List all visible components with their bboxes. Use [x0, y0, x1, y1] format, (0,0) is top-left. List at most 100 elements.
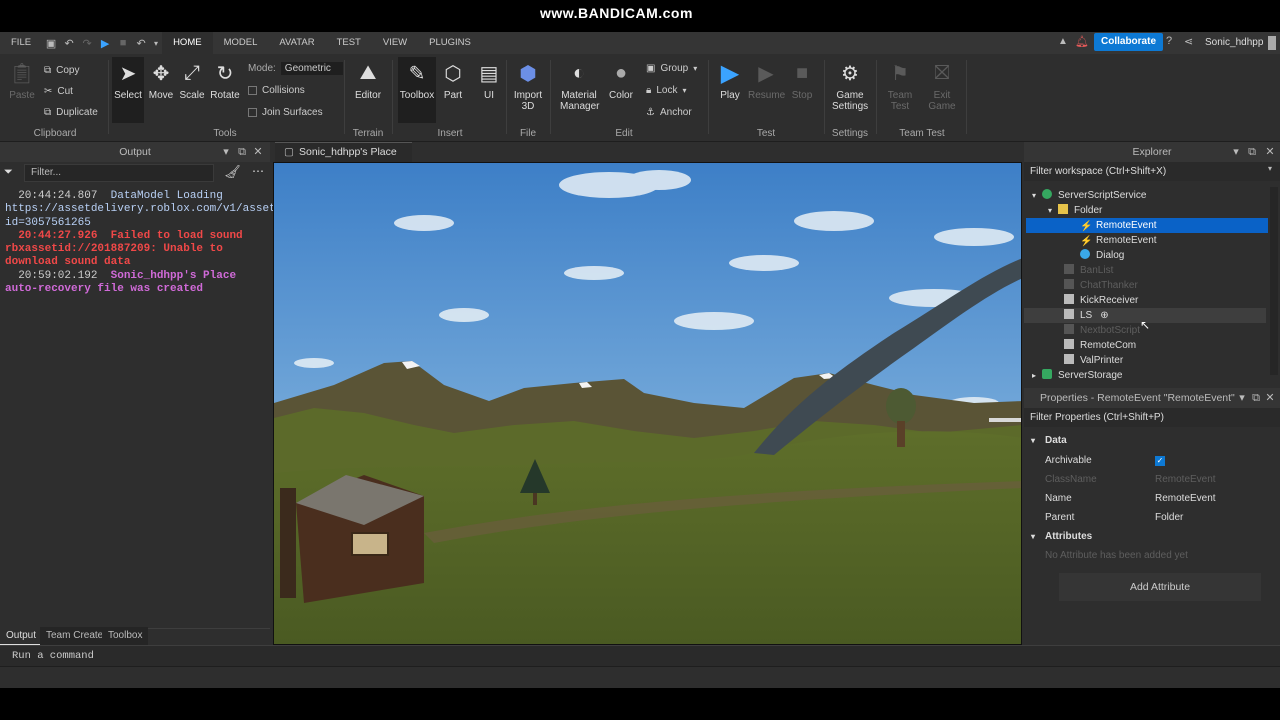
explorer-filter-input[interactable]: Filter workspace (Ctrl+Shift+X) — [1024, 162, 1280, 181]
collapse-ribbon-icon[interactable]: ▲ — [1058, 36, 1068, 47]
tab-toolbox[interactable]: Toolbox — [102, 627, 149, 645]
filter-icon[interactable]: ⏷ — [4, 166, 16, 180]
color-button[interactable]: ● Color — [605, 60, 637, 102]
collapsed-arrow-icon[interactable]: ▸ — [1032, 371, 1036, 380]
duplicate-button[interactable]: ⧉ Duplicate — [44, 107, 98, 118]
data-section-header[interactable]: ▾ Data — [1024, 431, 1274, 450]
clear-output-icon[interactable]: 🧹︎ — [224, 164, 241, 180]
explorer-scrollbar[interactable] — [1270, 187, 1278, 375]
toolbox-button[interactable]: ✎ Toolbox — [398, 57, 436, 123]
tree-item-valprinter[interactable]: ValPrinter — [1024, 353, 1266, 368]
close-icon[interactable]: ✕ — [252, 142, 264, 162]
quick-access-dropdown-icon[interactable]: ▾ — [150, 32, 162, 54]
add-attribute-button[interactable]: Add Attribute — [1059, 573, 1261, 601]
tab-avatar[interactable]: AVATAR — [268, 32, 325, 54]
collisions-checkbox[interactable] — [248, 86, 257, 95]
place-tab[interactable]: ▢ Sonic_hdhpp's Place ✕ — [275, 142, 412, 177]
expanded-arrow-icon[interactable]: ▾ — [1031, 527, 1035, 546]
3d-viewport[interactable] — [273, 162, 1022, 645]
tree-item-chatthanker[interactable]: ChatThanker — [1024, 278, 1266, 293]
close-icon[interactable]: ✕ — [1264, 142, 1276, 162]
insert-object-icon[interactable]: ⊕ — [1100, 310, 1108, 321]
join-surfaces-toggle[interactable]: Join Surfaces — [248, 107, 323, 118]
mode-dropdown[interactable]: Geometric — [280, 62, 343, 75]
properties-filter-input[interactable]: Filter Properties (Ctrl+Shift+P) — [1024, 408, 1280, 427]
tree-item-serverscriptservice[interactable]: ▾ ServerScriptService — [1024, 188, 1266, 203]
stop-button[interactable]: ■ Stop — [786, 60, 818, 102]
mode-selector[interactable]: Mode: Geometric — [248, 62, 343, 75]
command-bar[interactable]: Run a command — [0, 645, 1280, 667]
part-cube-icon: ⬡ — [444, 62, 462, 85]
scale-tool-button[interactable]: ⤢ Scale — [176, 60, 208, 102]
tree-item-remotecom[interactable]: RemoteCom — [1024, 338, 1266, 353]
command-input[interactable]: Run a command — [12, 650, 94, 662]
tab-plugins[interactable]: PLUGINS — [418, 32, 482, 54]
tree-item-remoteevent-selected[interactable]: ⚡ RemoteEvent — [1026, 218, 1268, 233]
filter-dropdown-icon[interactable]: ▾ — [1268, 164, 1272, 173]
username[interactable]: Sonic_hdhpp — [1205, 32, 1263, 54]
rotate-tool-button[interactable]: ↻ Rotate — [209, 60, 241, 102]
part-button[interactable]: ⬡ Part — [437, 60, 469, 102]
move-tool-button[interactable]: ✥ Move — [145, 60, 177, 102]
ui-button[interactable]: ▤ UI — [473, 60, 505, 102]
resume-button[interactable]: ▶︎ Resume — [748, 60, 785, 102]
attributes-section-header[interactable]: ▾ Attributes — [1024, 527, 1274, 546]
expanded-arrow-icon[interactable]: ▾ — [1032, 191, 1036, 200]
tree-item-dialog[interactable]: Dialog — [1024, 248, 1266, 263]
panel-menu-icon[interactable]: ▾ — [220, 142, 232, 162]
output-filter-input[interactable]: Filter... — [24, 164, 214, 182]
prop-archivable[interactable]: Archivable ✓ — [1024, 451, 1274, 470]
tab-test[interactable]: TEST — [326, 32, 372, 54]
tree-item-kickreceiver[interactable]: KickReceiver — [1024, 293, 1266, 308]
anchor-button[interactable]: ⚓︎ Anchor — [646, 107, 692, 118]
undo-icon[interactable]: ↶ — [60, 32, 78, 54]
material-manager-button[interactable]: ◐ Material Manager — [560, 60, 599, 113]
tree-item-serverstorage[interactable]: ▸ ServerStorage — [1024, 368, 1266, 381]
exit-game-button[interactable]: ⛝ Exit Game — [926, 60, 958, 113]
tab-view[interactable]: VIEW — [372, 32, 418, 54]
tab-team-create[interactable]: Team Create — [40, 627, 110, 645]
cut-button[interactable]: ✂ Cut — [44, 86, 73, 97]
lock-button[interactable]: 🔒︎ Lock ▾ — [646, 85, 686, 96]
undock-icon[interactable]: ⧉ — [1246, 142, 1258, 162]
notifications-icon[interactable]: 🔔︎ — [1075, 35, 1089, 48]
expanded-arrow-icon[interactable]: ▾ — [1048, 206, 1052, 215]
terrain-editor-button[interactable]: ⛰ Editor — [352, 60, 384, 102]
join-surfaces-checkbox[interactable] — [248, 108, 257, 117]
tree-item-folder[interactable]: ▾ Folder — [1024, 203, 1266, 218]
tab-home[interactable]: HOME — [162, 32, 213, 54]
close-icon[interactable]: ✕ — [1264, 388, 1276, 408]
team-test-button[interactable]: ⚑ Team Test — [884, 60, 916, 113]
play-quick-icon[interactable]: ▶ — [96, 32, 114, 54]
stop-quick-icon[interactable]: ■ — [114, 32, 132, 54]
undo-history-icon[interactable]: ↶ — [132, 32, 150, 54]
game-settings-button[interactable]: ⚙ Game Settings — [832, 60, 868, 113]
play-button[interactable]: ▶ Play — [714, 60, 746, 102]
save-icon[interactable]: ▣ — [42, 32, 60, 54]
tab-output[interactable]: Output — [0, 627, 43, 645]
collisions-toggle[interactable]: Collisions — [248, 85, 305, 96]
redo-icon[interactable]: ↷ — [78, 32, 96, 54]
status-bar — [0, 667, 1280, 688]
import-3d-button[interactable]: ⬢ Import 3D — [512, 60, 544, 113]
undock-icon[interactable]: ⧉ — [236, 142, 248, 162]
paste-button[interactable]: 📋︎ Paste — [6, 60, 38, 102]
file-menu[interactable]: FILE — [0, 32, 42, 54]
panel-menu-icon[interactable]: ▾ — [1236, 388, 1248, 408]
share-icon[interactable]: ⋖ — [1184, 35, 1193, 48]
copy-button[interactable]: ⧉ Copy — [44, 65, 80, 76]
undock-icon[interactable]: ⧉ — [1250, 388, 1262, 408]
prop-name[interactable]: Name RemoteEvent — [1024, 489, 1274, 508]
expanded-arrow-icon[interactable]: ▾ — [1031, 431, 1035, 450]
more-options-icon[interactable]: ⋯ — [252, 164, 264, 178]
tab-model[interactable]: MODEL — [213, 32, 269, 54]
group-button[interactable]: ▣ Group ▾ — [646, 63, 697, 74]
archivable-checkbox[interactable]: ✓ — [1155, 456, 1165, 466]
collaborate-button[interactable]: Collaborate — [1094, 33, 1164, 51]
tree-item-remoteevent[interactable]: ⚡ RemoteEvent — [1024, 233, 1266, 248]
prop-parent[interactable]: Parent Folder — [1024, 508, 1274, 527]
panel-menu-icon[interactable]: ▾ — [1230, 142, 1242, 162]
select-tool-button[interactable]: ➤ Select — [112, 57, 144, 123]
help-icon[interactable]: ? — [1166, 35, 1172, 47]
tree-item-banlist[interactable]: BanList — [1024, 263, 1266, 278]
